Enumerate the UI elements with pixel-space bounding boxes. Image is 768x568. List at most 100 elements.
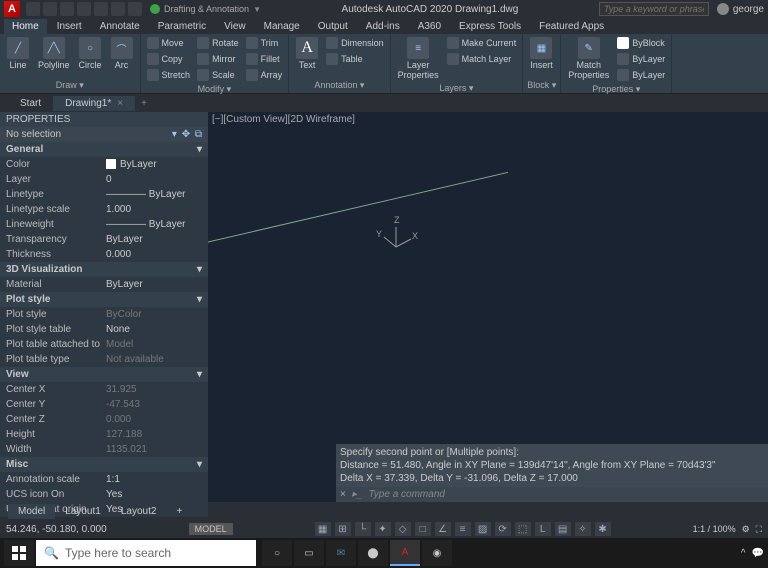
- taskbar-app-1[interactable]: ✉: [326, 540, 356, 566]
- array-button[interactable]: Array: [244, 68, 285, 82]
- section-header[interactable]: Plot style▾: [0, 292, 208, 307]
- customize-status-icon[interactable]: ⚙: [742, 524, 750, 535]
- 3dosnap-toggle[interactable]: ⬚: [515, 522, 531, 536]
- taskbar-autocad[interactable]: A: [390, 540, 420, 566]
- stretch-button[interactable]: Stretch: [145, 68, 193, 82]
- property-row[interactable]: Linetype———— ByLayer: [0, 187, 208, 202]
- line-button[interactable]: ╱Line: [4, 36, 32, 71]
- polyline-button[interactable]: ╱╲Polyline: [35, 36, 73, 71]
- match-properties-button[interactable]: ✎Match Properties: [565, 36, 612, 81]
- qat-open-icon[interactable]: [43, 2, 57, 16]
- qat-undo-icon[interactable]: [111, 2, 125, 16]
- property-row[interactable]: TransparencyByLayer: [0, 232, 208, 247]
- close-tab-icon[interactable]: ×: [117, 98, 123, 109]
- polar-toggle[interactable]: ✦: [375, 522, 391, 536]
- property-row[interactable]: Center X31.925: [0, 382, 208, 397]
- match-layer-button[interactable]: Match Layer: [445, 52, 519, 66]
- tab-a360[interactable]: A360: [410, 19, 449, 34]
- pick-add-icon[interactable]: ✥: [182, 129, 190, 140]
- tab-addins[interactable]: Add-ins: [358, 19, 408, 34]
- tab-home[interactable]: Home: [4, 19, 47, 34]
- selection-label[interactable]: No selection: [6, 129, 61, 140]
- osnap-toggle[interactable]: □: [415, 522, 431, 536]
- property-row[interactable]: Layer0: [0, 172, 208, 187]
- section-header[interactable]: Misc▾: [0, 457, 208, 472]
- panel-label-draw[interactable]: Draw ▾: [4, 78, 136, 91]
- taskbar-app-2[interactable]: ⬤: [358, 540, 388, 566]
- layer-properties-button[interactable]: ≡Layer Properties: [395, 36, 442, 81]
- lineweight-dropdown[interactable]: ByLayer: [615, 52, 667, 66]
- taskbar-chrome[interactable]: ◉: [422, 540, 452, 566]
- command-close-icon[interactable]: ×: [340, 489, 346, 500]
- property-row[interactable]: Plot styleByColor: [0, 307, 208, 322]
- property-row[interactable]: Plot style tableNone: [0, 322, 208, 337]
- property-row[interactable]: Width1135.021: [0, 442, 208, 457]
- copy-button[interactable]: Copy: [145, 52, 193, 66]
- property-row[interactable]: Thickness0.000: [0, 247, 208, 262]
- clean-screen-icon[interactable]: ⛶: [756, 524, 762, 535]
- app-logo[interactable]: A: [4, 1, 20, 17]
- filetab-start[interactable]: Start: [8, 96, 53, 111]
- property-row[interactable]: MaterialByLayer: [0, 277, 208, 292]
- circle-button[interactable]: ○Circle: [76, 36, 105, 71]
- isodraft-toggle[interactable]: ◇: [395, 522, 411, 536]
- ortho-toggle[interactable]: └: [355, 522, 371, 536]
- tray-notification-icon[interactable]: 💬: [752, 548, 764, 559]
- task-view-button[interactable]: ▭: [294, 540, 324, 566]
- dynamic-ucs-toggle[interactable]: L: [535, 522, 551, 536]
- property-row[interactable]: Height127.188: [0, 427, 208, 442]
- tab-manage[interactable]: Manage: [256, 19, 308, 34]
- trim-button[interactable]: Trim: [244, 36, 285, 50]
- make-current-button[interactable]: Make Current: [445, 36, 519, 50]
- qat-new-icon[interactable]: [26, 2, 40, 16]
- section-header[interactable]: General▾: [0, 142, 208, 157]
- cortana-button[interactable]: ○: [262, 540, 292, 566]
- start-button[interactable]: [4, 540, 34, 566]
- mirror-button[interactable]: Mirror: [195, 52, 241, 66]
- scale-button[interactable]: Scale: [195, 68, 241, 82]
- transparency-toggle[interactable]: ▨: [475, 522, 491, 536]
- rotate-button[interactable]: Rotate: [195, 36, 241, 50]
- gizmo-toggle[interactable]: ✧: [575, 522, 591, 536]
- new-tab-button[interactable]: +: [135, 96, 153, 111]
- panel-label-annotation[interactable]: Annotation ▾: [293, 78, 386, 91]
- annotation-visibility-toggle[interactable]: ✱: [595, 522, 611, 536]
- text-button[interactable]: AText: [293, 36, 321, 71]
- property-row[interactable]: Annotation scale1:1: [0, 472, 208, 487]
- panel-label-properties[interactable]: Properties ▾: [565, 82, 667, 95]
- linetype-dropdown[interactable]: ByLayer: [615, 68, 667, 82]
- layout-add[interactable]: +: [166, 504, 192, 519]
- property-row[interactable]: Center Z0.000: [0, 412, 208, 427]
- property-row[interactable]: Plot table attached toModel: [0, 337, 208, 352]
- layout-model[interactable]: Model: [8, 504, 55, 519]
- dimension-button[interactable]: Dimension: [324, 36, 386, 50]
- tab-output[interactable]: Output: [310, 19, 356, 34]
- arc-button[interactable]: ⌒Arc: [108, 36, 136, 71]
- user-menu[interactable]: george: [717, 3, 764, 15]
- scale-readout[interactable]: 1:1 / 100%: [693, 524, 736, 534]
- property-row[interactable]: Lineweight———— ByLayer: [0, 217, 208, 232]
- filetab-drawing1[interactable]: Drawing1*×: [53, 96, 135, 111]
- color-dropdown[interactable]: ByBlock: [615, 36, 667, 50]
- panel-label-block[interactable]: Block ▾: [527, 78, 556, 91]
- tab-expresstools[interactable]: Express Tools: [451, 19, 529, 34]
- property-row[interactable]: Center Y-47.543: [0, 397, 208, 412]
- qat-redo-icon[interactable]: [128, 2, 142, 16]
- drawing-canvas[interactable]: [−][Custom View][2D Wireframe] X Y Z Spe…: [208, 112, 768, 502]
- move-button[interactable]: Move: [145, 36, 193, 50]
- workspace-selector[interactable]: Drafting & Annotation ▼: [150, 4, 261, 14]
- property-row[interactable]: UCS icon OnYes: [0, 487, 208, 502]
- tab-featuredapps[interactable]: Featured Apps: [531, 19, 612, 34]
- tab-view[interactable]: View: [216, 19, 254, 34]
- property-row[interactable]: ColorByLayer: [0, 157, 208, 172]
- snap-toggle[interactable]: ⊞: [335, 522, 351, 536]
- otrack-toggle[interactable]: ∠: [435, 522, 451, 536]
- panel-label-modify[interactable]: Modify ▾: [145, 82, 285, 95]
- tab-insert[interactable]: Insert: [49, 19, 90, 34]
- tab-annotate[interactable]: Annotate: [92, 19, 148, 34]
- qat-saveas-icon[interactable]: [77, 2, 91, 16]
- model-space-button[interactable]: MODEL: [189, 523, 233, 535]
- selection-filter-toggle[interactable]: ▤: [555, 522, 571, 536]
- layout-1[interactable]: Layout1: [55, 504, 111, 519]
- qat-plot-icon[interactable]: [94, 2, 108, 16]
